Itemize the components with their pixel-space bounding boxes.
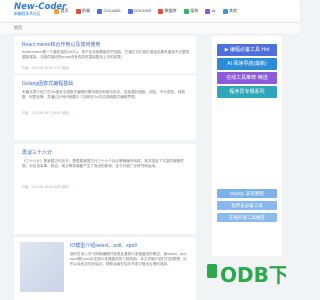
watermark: ODB下载	[206, 258, 309, 288]
nav-item-home[interactable]: 首页	[54, 7, 69, 15]
sidebar-link-dev-tools[interactable]: 程序员必备工具	[217, 201, 277, 210]
logo-mark: New-Coder	[14, 2, 67, 12]
watermark-text: ODB下载	[220, 263, 286, 287]
nav-item-database[interactable]: 数据库	[158, 7, 177, 15]
other-icon	[222, 8, 228, 14]
golang-icon	[97, 8, 102, 14]
post-meta: 作者：2023-05-19 09:12:07 阅读：...	[22, 66, 75, 70]
sidebar-ai-nav-button[interactable]: AI 阅读导航(最新)	[217, 58, 277, 70]
post-title[interactable]: React.memo和合作用以及如何使用	[22, 41, 100, 48]
post-excerpt: 本篇文章介绍了在Go语言中函数式编程的基本概念和常见用法，包括高阶函数、闭包、不…	[22, 90, 185, 100]
ai-icon	[205, 8, 211, 14]
watermark-logo-icon: ODB下载	[207, 263, 309, 287]
post-excerpt: React.memo是一个高阶组件(HOC)，用于优化函数组件的性能。它通过记忆…	[22, 50, 190, 60]
home-icon	[54, 8, 59, 14]
sidebar-topic-series-button[interactable]: 程序员专题系列	[217, 86, 277, 98]
top-navigation-bar: New-Coder 新编程技术社区 首页 前端 GOLANG DOCKER 数据…	[0, 0, 300, 22]
html-icon	[75, 8, 81, 14]
sidebar-featured-tools-button[interactable]: ▶ 编程必备工具 Hot	[217, 44, 277, 56]
post-title[interactable]: IO模型介绍select、poll、epoll	[70, 242, 137, 249]
nav-label: 首页	[60, 8, 69, 13]
post-excerpt: 《三十六计》是我国古代兵书，是根据我国古代三十六个兵法策略编写而成，其中蕴含了丰…	[22, 159, 184, 169]
logo-tagline: 新编程技术社区	[14, 12, 41, 16]
nav-label: 数据库	[164, 8, 177, 13]
nav-label: 架构	[190, 8, 199, 13]
nav-label: AI	[211, 8, 216, 13]
nav-item-docker[interactable]: DOCKER	[127, 7, 152, 15]
breadcrumb[interactable]: 首页	[14, 25, 22, 31]
post-thumbnail[interactable]	[20, 242, 64, 292]
sidebar-link-mysql-install[interactable]: MySQL 安装教程	[217, 189, 277, 198]
post-title[interactable]: Golang函数式编程基础	[22, 80, 73, 87]
architecture-icon	[183, 8, 189, 14]
post-card[interactable]: 再谈三十六计 《三十六计》是我国古代兵书，是根据我国古代三十六个兵法策略编写而成…	[14, 144, 196, 234]
nav-item-ai[interactable]: AI	[205, 7, 216, 15]
nav-item-architecture[interactable]: 架构	[183, 7, 199, 15]
post-card[interactable]: React.memo和合作用以及如何使用 React.memo是一个高阶组件(H…	[14, 36, 196, 73]
post-excerpt: 我们在深入学习网络编程时经常会遇到IO多路复用的概念，而select、poll、…	[70, 252, 190, 267]
docker-icon	[127, 8, 133, 14]
nav-item-other[interactable]: 其他	[222, 7, 238, 15]
post-card[interactable]: IO模型介绍select、poll、epoll 我们在深入学习网络编程时经常会遇…	[14, 237, 196, 300]
nav-item-frontend[interactable]: 前端	[75, 7, 90, 15]
main-nav: 首页 前端 GOLANG DOCKER 数据库 架构 AI 其他	[54, 7, 237, 15]
nav-label: GOLANG	[103, 8, 121, 13]
nav-label: 其他	[229, 8, 238, 13]
database-icon	[158, 8, 164, 14]
nav-label: 前端	[82, 8, 90, 13]
sidebar-link-online-tools[interactable]: 在线开发工具推荐	[217, 213, 277, 222]
site-logo[interactable]: New-Coder 新编程技术社区	[14, 2, 67, 20]
post-title[interactable]: 再谈三十六计	[22, 149, 52, 156]
nav-item-golang[interactable]: GOLANG	[97, 7, 121, 15]
breadcrumb-bar: 首页	[0, 23, 300, 33]
post-meta: 作者：2023-05-18 17:46:41 阅读：...	[22, 111, 75, 115]
post-card[interactable]: Golang函数式编程基础 本篇文章介绍了在Go语言中函数式编程的基本概念和常见…	[14, 75, 196, 140]
nav-label: DOCKER	[134, 8, 152, 13]
sidebar-online-tools-button[interactable]: 在线工具推荐·精选	[217, 72, 277, 84]
post-meta: 作者：2023-05-18 13:05:22 阅读：...	[22, 185, 75, 189]
